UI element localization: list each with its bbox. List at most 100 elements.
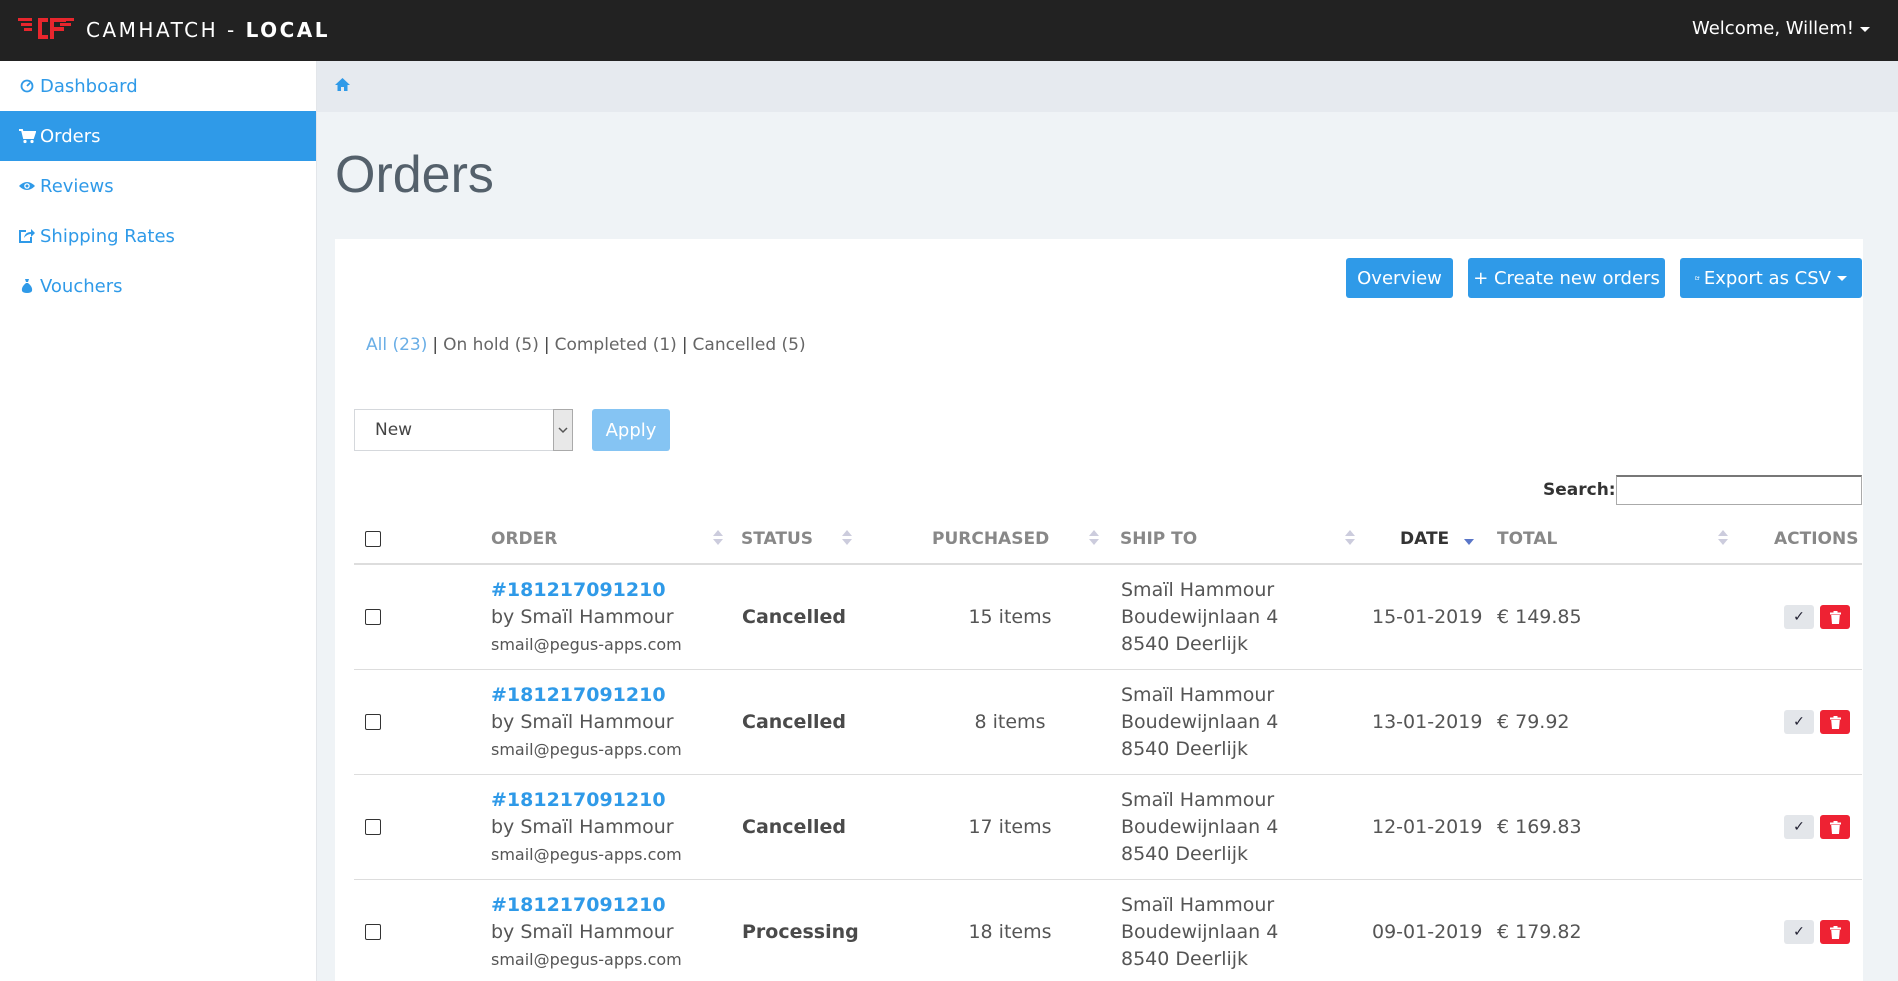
order-link[interactable]: #181217091210: [491, 579, 666, 601]
order-link[interactable]: #181217091210: [491, 684, 666, 706]
home-icon[interactable]: [334, 77, 351, 96]
column-header-order[interactable]: ORDER: [491, 514, 557, 563]
cart-icon: [18, 127, 36, 145]
filter-separator: |: [432, 335, 439, 355]
purchased-count: 8 items: [974, 711, 1046, 733]
sidebar-item-reviews[interactable]: Reviews: [0, 161, 316, 211]
ship-to-city: 8540 Deerlijk: [1121, 843, 1249, 865]
breadcrumb: [317, 61, 1898, 112]
column-header-total[interactable]: TOTAL: [1497, 514, 1557, 563]
ship-to-name: Smaïl Hammour: [1121, 579, 1275, 601]
order-email: smail@pegus-apps.com: [491, 740, 682, 759]
sidebar-item-dashboard[interactable]: Dashboard: [0, 61, 316, 111]
table-header: ORDER STATUS PURCHASED SHIP TO DATE TOTA…: [354, 514, 1862, 565]
delete-button[interactable]: [1820, 815, 1850, 839]
caret-down-icon: [1860, 26, 1870, 32]
money-bag-icon: [18, 277, 36, 295]
sidebar-item-orders[interactable]: Orders: [0, 111, 316, 161]
status-label: Cancelled: [742, 816, 846, 838]
column-header-status[interactable]: STATUS: [741, 514, 813, 563]
table-row: #181217091210 by Smaïl Hammour smail@peg…: [354, 775, 1862, 880]
filter-all[interactable]: All (23): [366, 335, 427, 355]
order-date: 15-01-2019: [1372, 606, 1483, 628]
filter-separator: |: [681, 335, 688, 355]
order-customer: by Smaïl Hammour: [491, 921, 674, 943]
export-icon: [1695, 276, 1700, 280]
sidebar-item-label: Reviews: [40, 175, 114, 197]
column-header-date[interactable]: DATE: [1400, 514, 1449, 563]
user-menu-toggle[interactable]: Welcome, Willem!: [1692, 18, 1870, 39]
row-checkbox[interactable]: [365, 924, 381, 940]
order-email: smail@pegus-apps.com: [491, 635, 682, 654]
check-icon: ✓: [1793, 609, 1805, 625]
approve-button[interactable]: ✓: [1784, 815, 1814, 839]
delete-button[interactable]: [1820, 920, 1850, 944]
order-customer: by Smaïl Hammour: [491, 711, 674, 733]
order-date: 13-01-2019: [1372, 711, 1483, 733]
sort-icon: [713, 530, 723, 546]
order-email: smail@pegus-apps.com: [491, 845, 682, 864]
trash-icon: [1829, 820, 1841, 834]
status-label: Cancelled: [742, 711, 846, 733]
order-link[interactable]: #181217091210: [491, 894, 666, 916]
delete-button[interactable]: [1820, 710, 1850, 734]
purchased-count: 18 items: [968, 921, 1052, 943]
order-total: € 169.83: [1497, 816, 1582, 838]
approve-button[interactable]: ✓: [1784, 710, 1814, 734]
chevron-down-icon[interactable]: [553, 409, 573, 451]
ship-to-street: Boudewijnlaan 4: [1121, 711, 1279, 733]
ship-to-name: Smaïl Hammour: [1121, 684, 1275, 706]
search-input[interactable]: [1616, 475, 1862, 505]
sort-icon: [1345, 530, 1355, 546]
table-row: #181217091210 by Smaïl Hammour smail@peg…: [354, 670, 1862, 775]
bulk-action-select[interactable]: New: [354, 409, 573, 451]
ship-to-city: 8540 Deerlijk: [1121, 738, 1249, 760]
dashboard-icon: [18, 77, 36, 95]
check-icon: ✓: [1793, 714, 1805, 730]
order-email: smail@pegus-apps.com: [491, 950, 682, 969]
ship-to-street: Boudewijnlaan 4: [1121, 921, 1279, 943]
trash-icon: [1829, 715, 1841, 729]
sidebar-item-shipping-rates[interactable]: Shipping Rates: [0, 211, 316, 261]
status-label: Cancelled: [742, 606, 846, 628]
row-checkbox[interactable]: [365, 819, 381, 835]
export-csv-button[interactable]: Export as CSV: [1680, 258, 1862, 298]
ship-to-street: Boudewijnlaan 4: [1121, 606, 1279, 628]
check-icon: ✓: [1793, 819, 1805, 835]
row-checkbox[interactable]: [365, 714, 381, 730]
brand-title[interactable]: CAMHATCH - LOCAL: [86, 18, 330, 42]
column-header-purchased[interactable]: PURCHASED: [932, 514, 1049, 563]
filter-completed[interactable]: Completed (1): [555, 335, 677, 355]
status-filters: All (23) | On hold (5) | Completed (1) | Cance…: [366, 335, 806, 355]
ship-to-city: 8540 Deerlijk: [1121, 633, 1249, 655]
sidebar-item-label: Vouchers: [40, 275, 123, 297]
trash-icon: [1829, 610, 1841, 624]
sidebar-item-vouchers[interactable]: Vouchers: [0, 261, 316, 311]
page-title: Orders: [335, 146, 494, 204]
filter-cancelled[interactable]: Cancelled (5): [693, 335, 806, 355]
delete-button[interactable]: [1820, 605, 1850, 629]
bulk-action-value: New: [375, 420, 413, 440]
select-all-checkbox[interactable]: [365, 531, 381, 547]
sidebar-item-label: Orders: [40, 125, 101, 147]
camhatch-logo[interactable]: [18, 15, 74, 43]
approve-button[interactable]: ✓: [1784, 605, 1814, 629]
share-icon: [18, 227, 36, 245]
order-date: 12-01-2019: [1372, 816, 1483, 838]
ship-to-street: Boudewijnlaan 4: [1121, 816, 1279, 838]
overview-button[interactable]: Overview: [1346, 258, 1453, 298]
sidebar-item-label: Dashboard: [40, 75, 138, 97]
status-label: Processing: [742, 921, 859, 943]
sort-icon: [1089, 530, 1099, 546]
column-header-ship-to[interactable]: SHIP TO: [1120, 514, 1197, 563]
apply-button[interactable]: Apply: [592, 409, 670, 451]
sidebar-item-label: Shipping Rates: [40, 225, 175, 247]
row-checkbox[interactable]: [365, 609, 381, 625]
purchased-count: 15 items: [968, 606, 1052, 628]
create-new-orders-button[interactable]: + Create new orders: [1468, 258, 1665, 298]
approve-button[interactable]: ✓: [1784, 920, 1814, 944]
order-link[interactable]: #181217091210: [491, 789, 666, 811]
filter-on-hold[interactable]: On hold (5): [443, 335, 539, 355]
ship-to-name: Smaïl Hammour: [1121, 789, 1275, 811]
table-row: #181217091210 by Smaïl Hammour smail@peg…: [354, 880, 1862, 981]
